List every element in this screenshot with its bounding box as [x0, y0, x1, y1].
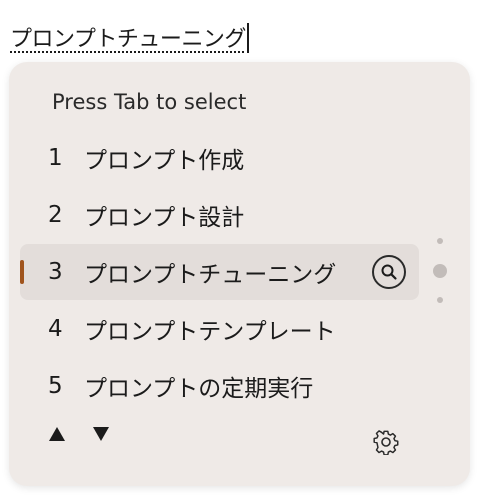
candidate-scrollbar[interactable]: [433, 234, 447, 310]
scroll-dot-icon: [437, 297, 443, 303]
candidate-number: 2: [48, 202, 63, 228]
text-caret: [246, 23, 249, 53]
candidate-label: プロンプトチューニング: [84, 262, 337, 288]
candidate-item-5[interactable]: 5 プロンプトの定期実行: [20, 358, 419, 414]
selection-indicator: [20, 260, 24, 284]
candidate-label: プロンプトテンプレート: [84, 319, 336, 345]
candidate-label: プロンプト作成: [84, 148, 245, 174]
triangle-up-icon: [49, 427, 65, 441]
candidate-item-4[interactable]: 4 プロンプトテンプレート: [20, 301, 419, 357]
scroll-dot-icon: [437, 238, 443, 244]
tab-hint: Press Tab to select: [52, 90, 247, 114]
scroll-thumb[interactable]: [433, 264, 447, 278]
page-prev-button[interactable]: [45, 422, 69, 446]
gear-icon: [373, 430, 399, 456]
candidate-label: プロンプト設計: [84, 205, 245, 231]
composition-text: プロンプトチューニング: [10, 27, 246, 52]
candidate-number: 3: [48, 259, 63, 285]
candidate-number: 4: [48, 316, 63, 342]
search-icon[interactable]: [372, 255, 406, 289]
candidate-number: 1: [48, 145, 63, 171]
candidate-number: 5: [48, 373, 63, 399]
candidate-label: プロンプトの定期実行: [84, 376, 314, 402]
candidate-item-3[interactable]: 3 プロンプトチューニング: [20, 244, 419, 300]
ime-candidate-window: Press Tab to select 1 プロンプト作成 2 プロンプト設計 …: [9, 62, 470, 486]
candidate-item-2[interactable]: 2 プロンプト設計: [20, 187, 419, 243]
candidate-item-1[interactable]: 1 プロンプト作成: [20, 130, 419, 186]
settings-button[interactable]: [373, 429, 399, 456]
page-next-button[interactable]: [89, 422, 113, 446]
composition-string[interactable]: プロンプトチューニング: [10, 22, 249, 58]
triangle-down-icon: [93, 427, 109, 441]
